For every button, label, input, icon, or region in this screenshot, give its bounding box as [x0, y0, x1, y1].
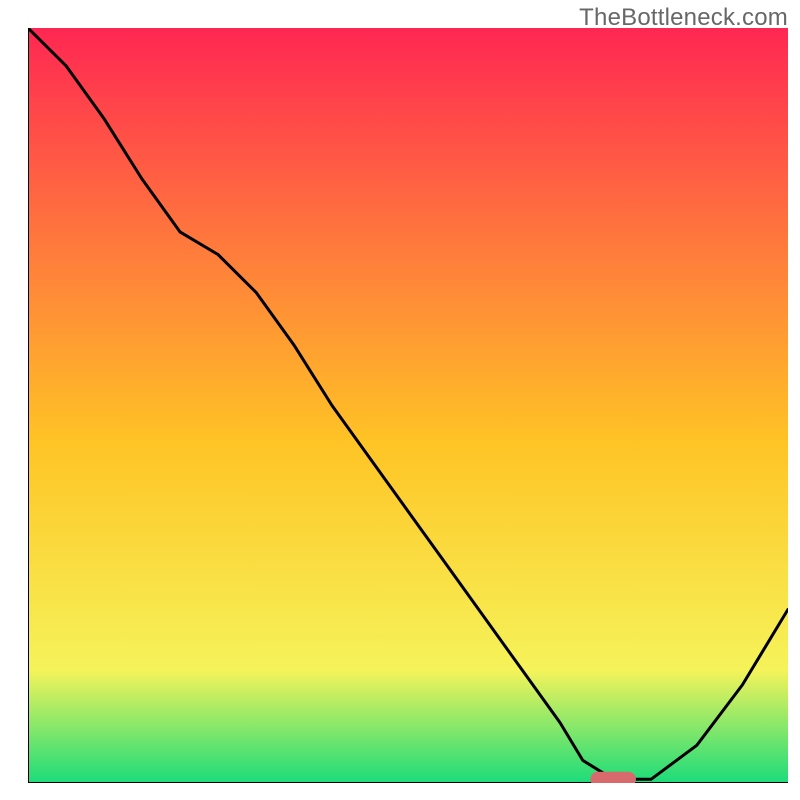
optimal-marker: [590, 772, 636, 783]
chart-background: [28, 28, 788, 783]
bottleneck-chart: [28, 28, 788, 783]
